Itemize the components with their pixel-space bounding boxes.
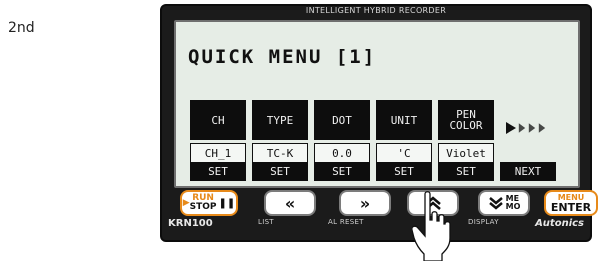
softkey-set-pen-color[interactable]: SET — [438, 162, 494, 181]
brand-logo: Autonics — [535, 218, 584, 229]
stop-label: STOP — [189, 202, 217, 212]
recorder-device: INTELLIGENT HYBRID RECORDER QUICK MENU [… — [160, 4, 598, 242]
double-chevron-left-icon: « — [284, 193, 296, 213]
param-column-pen-color: PEN COLOR Violet — [438, 100, 494, 163]
hand-pointer-icon — [412, 191, 451, 261]
list-button[interactable]: « — [264, 190, 316, 216]
al-reset-caption: AL RESET — [328, 218, 364, 226]
memo-label: ME MO — [505, 194, 521, 211]
bottom-label-bar: KRN100 LIST AL RESET DISPLAY Autonics — [162, 218, 590, 232]
screen-title: QUICK MENU [1] — [188, 46, 377, 68]
softkey-row: SET SET SET SET SET NEXT — [190, 162, 556, 181]
display-memo-button[interactable]: ME MO — [478, 190, 530, 216]
param-column-type: TYPE TC-K — [252, 100, 308, 163]
param-header: PEN COLOR — [438, 100, 494, 140]
arrow-right-icon — [506, 122, 516, 134]
param-header: CH — [190, 100, 246, 140]
display-caption: DISPLAY — [468, 218, 499, 226]
param-value: Violet — [438, 143, 494, 163]
double-chevron-down-icon — [488, 197, 503, 210]
param-value: 0.0 — [314, 143, 370, 163]
menu-enter-button[interactable]: MENU ENTER — [544, 190, 598, 216]
button-row: ▶ RUN STOP ❚❚ « » ME MO MENU ENTER — [174, 188, 598, 218]
run-stop-button[interactable]: ▶ RUN STOP ❚❚ — [180, 190, 238, 216]
softkey-set-type[interactable]: SET — [252, 162, 308, 181]
parameter-columns: CH CH_1 TYPE TC-K DOT 0.0 UNIT 'C PEN CO… — [190, 100, 494, 163]
param-column-dot: DOT 0.0 — [314, 100, 370, 163]
al-reset-button[interactable]: » — [339, 190, 391, 216]
arrow-right-icon — [538, 123, 546, 133]
enter-label: ENTER — [550, 201, 592, 214]
param-value: CH_1 — [190, 143, 246, 163]
device-title: INTELLIGENT HYBRID RECORDER — [305, 6, 447, 15]
param-header: DOT — [314, 100, 370, 140]
lcd-screen: QUICK MENU [1] CH CH_1 TYPE TC-K DOT 0.0… — [174, 20, 580, 188]
param-column-unit: UNIT 'C — [376, 100, 432, 163]
model-label: KRN100 — [168, 218, 213, 229]
param-header: UNIT — [376, 100, 432, 140]
param-value: TC-K — [252, 143, 308, 163]
step-label: 2nd — [8, 20, 35, 36]
softkey-next[interactable]: NEXT — [500, 162, 556, 181]
play-icon: ▶ — [182, 198, 190, 208]
param-value: 'C — [376, 143, 432, 163]
list-caption: LIST — [258, 218, 274, 226]
double-chevron-right-icon: » — [359, 193, 371, 213]
pause-icon: ❚❚ — [218, 197, 236, 209]
softkey-set-dot[interactable]: SET — [314, 162, 370, 181]
arrow-right-icon — [528, 123, 536, 133]
softkey-set-unit[interactable]: SET — [376, 162, 432, 181]
softkey-set-ch[interactable]: SET — [190, 162, 246, 181]
param-column-ch: CH CH_1 — [190, 100, 246, 163]
next-page-arrows-icon — [506, 122, 546, 134]
arrow-right-icon — [518, 123, 526, 133]
param-header: TYPE — [252, 100, 308, 140]
